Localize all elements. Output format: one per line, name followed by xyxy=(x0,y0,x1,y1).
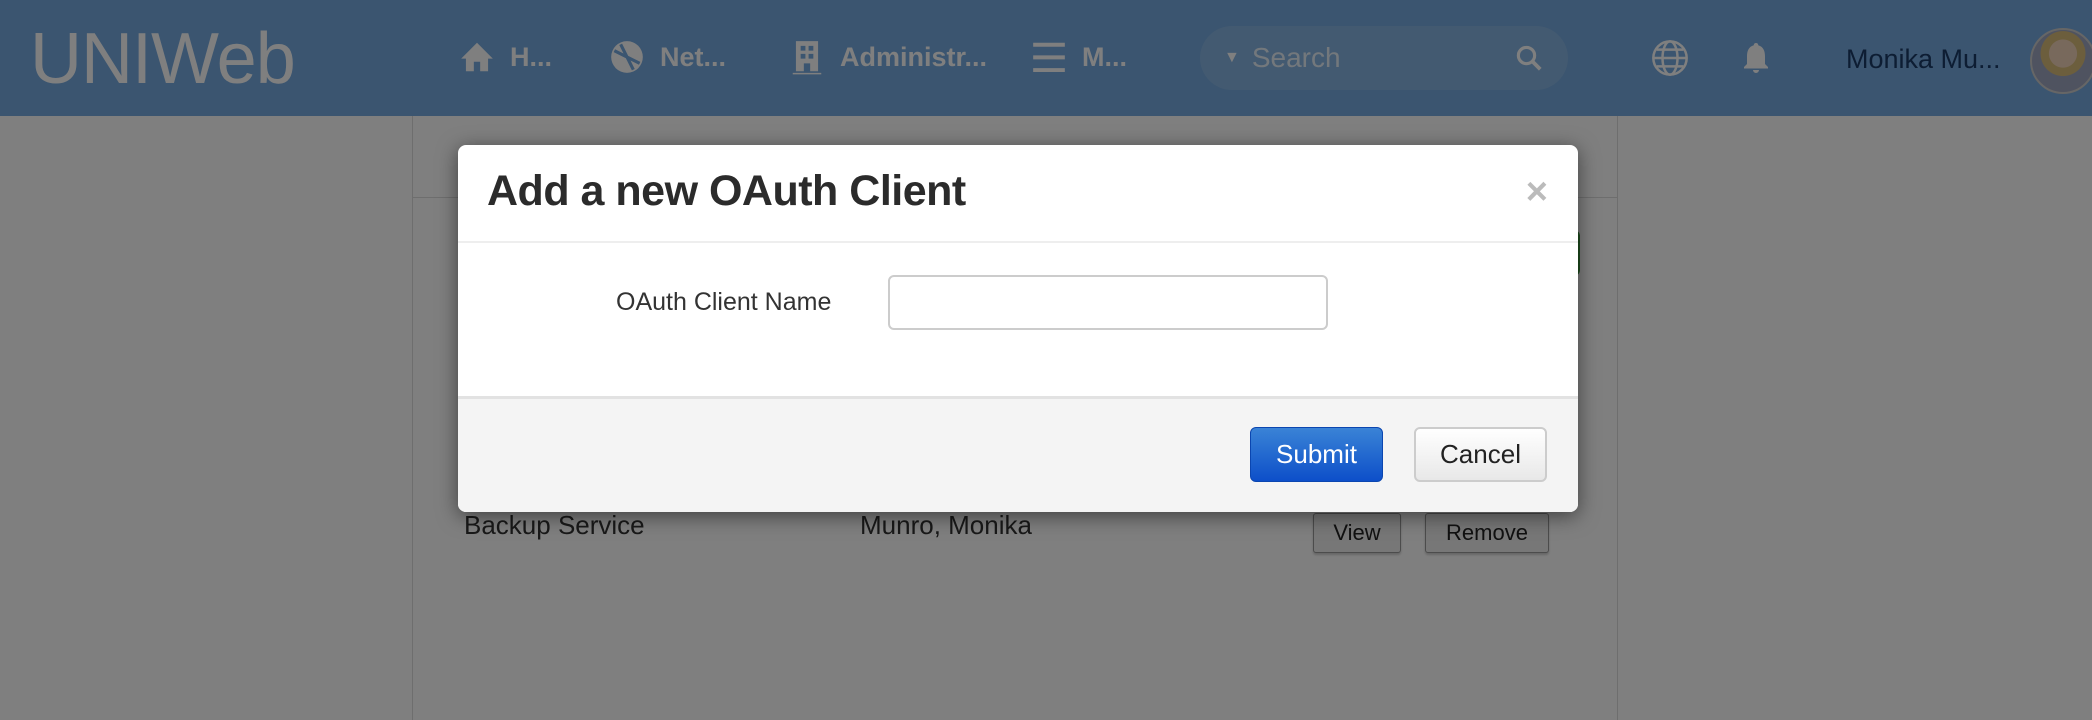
cancel-button[interactable]: Cancel xyxy=(1414,427,1547,482)
submit-button[interactable]: Submit xyxy=(1250,427,1383,482)
client-name-label: OAuth Client Name xyxy=(616,288,832,316)
modal-title: Add a new OAuth Client xyxy=(487,167,966,215)
client-name-input[interactable] xyxy=(888,275,1328,330)
close-icon[interactable]: × xyxy=(1526,171,1548,214)
modal-header: Add a new OAuth Client × xyxy=(458,145,1578,243)
modal-body: OAuth Client Name xyxy=(458,243,1578,396)
modal-footer: Submit Cancel xyxy=(458,396,1578,512)
add-oauth-client-modal: Add a new OAuth Client × OAuth Client Na… xyxy=(458,145,1578,512)
